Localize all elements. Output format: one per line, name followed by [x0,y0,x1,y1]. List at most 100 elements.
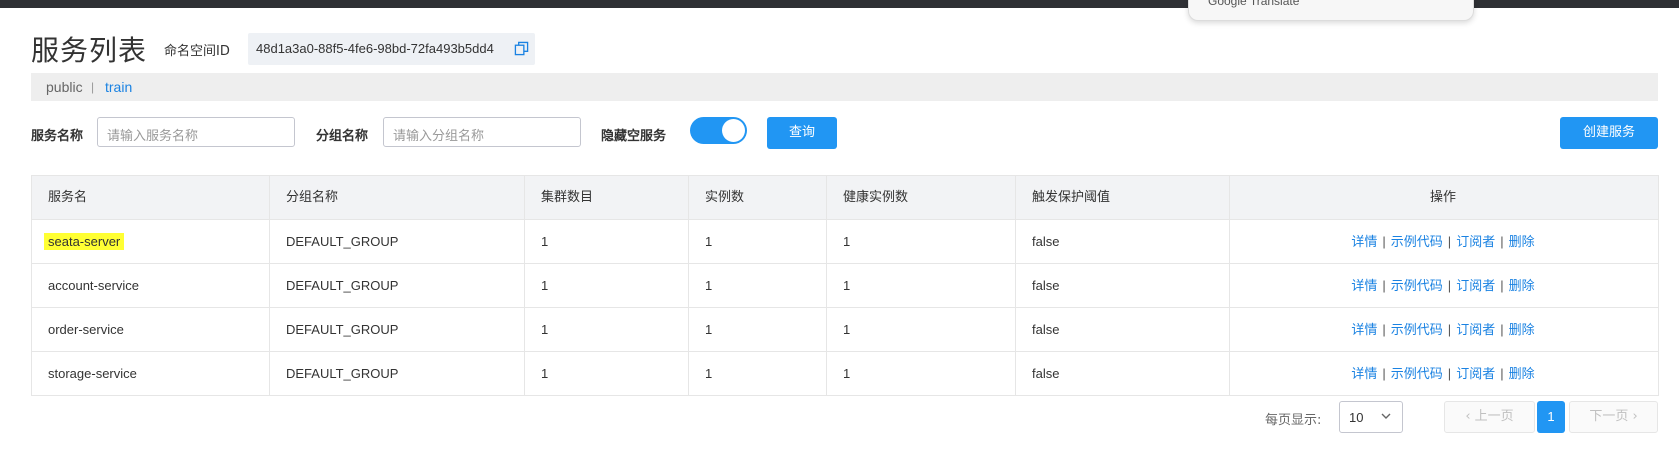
actions-cell: 详情 | 示例代码 | 订阅者 | 删除 [1230,220,1656,263]
action-separator: | [1382,322,1386,337]
query-button[interactable]: 查询 [767,117,837,149]
service-name: order-service [32,308,270,351]
table-row: storage-service DEFAULT_GROUP 1 1 1 fals… [32,352,1658,395]
sample-code-link[interactable]: 示例代码 [1391,235,1443,250]
header-instance-count: 实例数 [689,176,827,219]
action-separator: | [1500,234,1504,249]
service-table: 服务名 分组名称 集群数目 实例数 健康实例数 触发保护阈值 操作 seata-… [31,175,1659,396]
namespace-separator: | [91,80,95,94]
google-translate-popup[interactable]: Google Translate [1188,0,1474,21]
detail-link[interactable]: 详情 [1351,323,1377,338]
namespace-id-label: 命名空间ID [164,44,230,59]
action-separator: | [1447,366,1452,381]
detail-link[interactable]: 详情 [1351,279,1377,294]
service-name: seata-server [44,233,125,250]
next-page-button[interactable]: 下一页 › [1569,401,1658,433]
header-actions: 操作 [1429,190,1456,205]
action-separator: | [1500,322,1504,337]
threshold-cell: false [1016,352,1230,395]
healthy-cell: 1 [827,264,1016,307]
page-size-select[interactable]: 10 [1339,401,1403,433]
toggle-knob [722,119,745,142]
healthy-cell: 1 [827,308,1016,351]
delete-link[interactable]: 删除 [1509,235,1535,250]
threshold-cell: false [1016,308,1230,351]
table-row: seata-server DEFAULT_GROUP 1 1 1 false 详… [32,220,1658,264]
clusters-cell: 1 [525,308,689,351]
service-name: account-service [32,264,270,307]
delete-link[interactable]: 删除 [1509,367,1535,382]
namespace-id-box: 48d1a3a0-88f5-4fe6-98bd-72fa493b5dd4 [248,33,535,65]
copy-icon[interactable] [514,41,529,56]
sample-code-link[interactable]: 示例代码 [1391,367,1443,382]
namespace-item-public[interactable]: public [46,79,83,95]
detail-link[interactable]: 详情 [1351,367,1377,382]
translate-popup-label: Google Translate [1208,0,1300,8]
page-title: 服务列表 [31,34,148,67]
subscribers-link[interactable]: 订阅者 [1456,235,1495,250]
page-size-value: 10 [1349,410,1364,425]
action-separator: | [1500,278,1504,293]
group-cell: DEFAULT_GROUP [270,352,525,395]
table-row: account-service DEFAULT_GROUP 1 1 1 fals… [32,264,1658,308]
namespace-id-value: 48d1a3a0-88f5-4fe6-98bd-72fa493b5dd4 [256,41,494,56]
delete-link[interactable]: 删除 [1509,279,1535,294]
service-name: storage-service [32,352,270,395]
actions-cell: 详情 | 示例代码 | 订阅者 | 删除 [1230,308,1656,351]
actions-cell: 详情 | 示例代码 | 订阅者 | 删除 [1230,264,1656,307]
action-separator: | [1500,366,1504,381]
instances-cell: 1 [689,264,827,307]
table-header-row: 服务名 分组名称 集群数目 实例数 健康实例数 触发保护阈值 操作 [32,176,1658,220]
hide-empty-toggle[interactable] [690,117,747,144]
group-name-input[interactable]: 请输入分组名称 [383,117,581,147]
healthy-cell: 1 [827,352,1016,395]
group-cell: DEFAULT_GROUP [270,220,525,263]
chevron-right-icon: › [1632,409,1638,424]
instances-cell: 1 [689,352,827,395]
chevron-down-icon [1381,413,1391,419]
group-name-label: 分组名称 [316,129,369,144]
sample-code-link[interactable]: 示例代码 [1391,323,1443,338]
prev-page-button[interactable]: ‹ 上一页 [1444,401,1535,433]
current-page-button[interactable]: 1 [1537,401,1565,433]
subscribers-link[interactable]: 订阅者 [1456,279,1495,294]
instances-cell: 1 [689,308,827,351]
detail-link[interactable]: 详情 [1351,235,1377,250]
table-row: order-service DEFAULT_GROUP 1 1 1 false … [32,308,1658,352]
namespace-bar: public | train [31,73,1658,101]
healthy-cell: 1 [827,220,1016,263]
action-separator: | [1447,278,1452,293]
group-cell: DEFAULT_GROUP [270,264,525,307]
threshold-cell: false [1016,264,1230,307]
prev-page-label: 上一页 [1474,409,1514,424]
header-protect-threshold: 触发保护阈值 [1016,176,1230,219]
header-service-name: 服务名 [32,176,270,219]
clusters-cell: 1 [525,264,689,307]
sample-code-link[interactable]: 示例代码 [1391,279,1443,294]
header-group-name: 分组名称 [270,176,525,219]
hide-empty-label: 隐藏空服务 [601,129,667,144]
group-cell: DEFAULT_GROUP [270,308,525,351]
clusters-cell: 1 [525,352,689,395]
action-separator: | [1382,278,1386,293]
subscribers-link[interactable]: 订阅者 [1456,367,1495,382]
instances-cell: 1 [689,220,827,263]
chevron-left-icon: ‹ [1465,409,1471,424]
action-separator: | [1382,234,1386,249]
service-name-cell: seata-server [32,220,270,263]
threshold-cell: false [1016,220,1230,263]
actions-cell: 详情 | 示例代码 | 订阅者 | 删除 [1230,352,1656,395]
clusters-cell: 1 [525,220,689,263]
subscribers-link[interactable]: 订阅者 [1456,323,1495,338]
action-separator: | [1447,234,1452,249]
next-page-label: 下一页 [1589,409,1629,424]
header-healthy-count: 健康实例数 [827,176,1016,219]
delete-link[interactable]: 删除 [1509,323,1535,338]
service-name-input[interactable]: 请输入服务名称 [97,117,295,147]
per-page-label: 每页显示: [1265,413,1322,428]
namespace-item-train[interactable]: train [105,79,132,95]
header-cluster-count: 集群数目 [525,176,689,219]
create-service-button[interactable]: 创建服务 [1560,117,1658,149]
action-separator: | [1447,322,1452,337]
service-name-label: 服务名称 [31,129,84,144]
